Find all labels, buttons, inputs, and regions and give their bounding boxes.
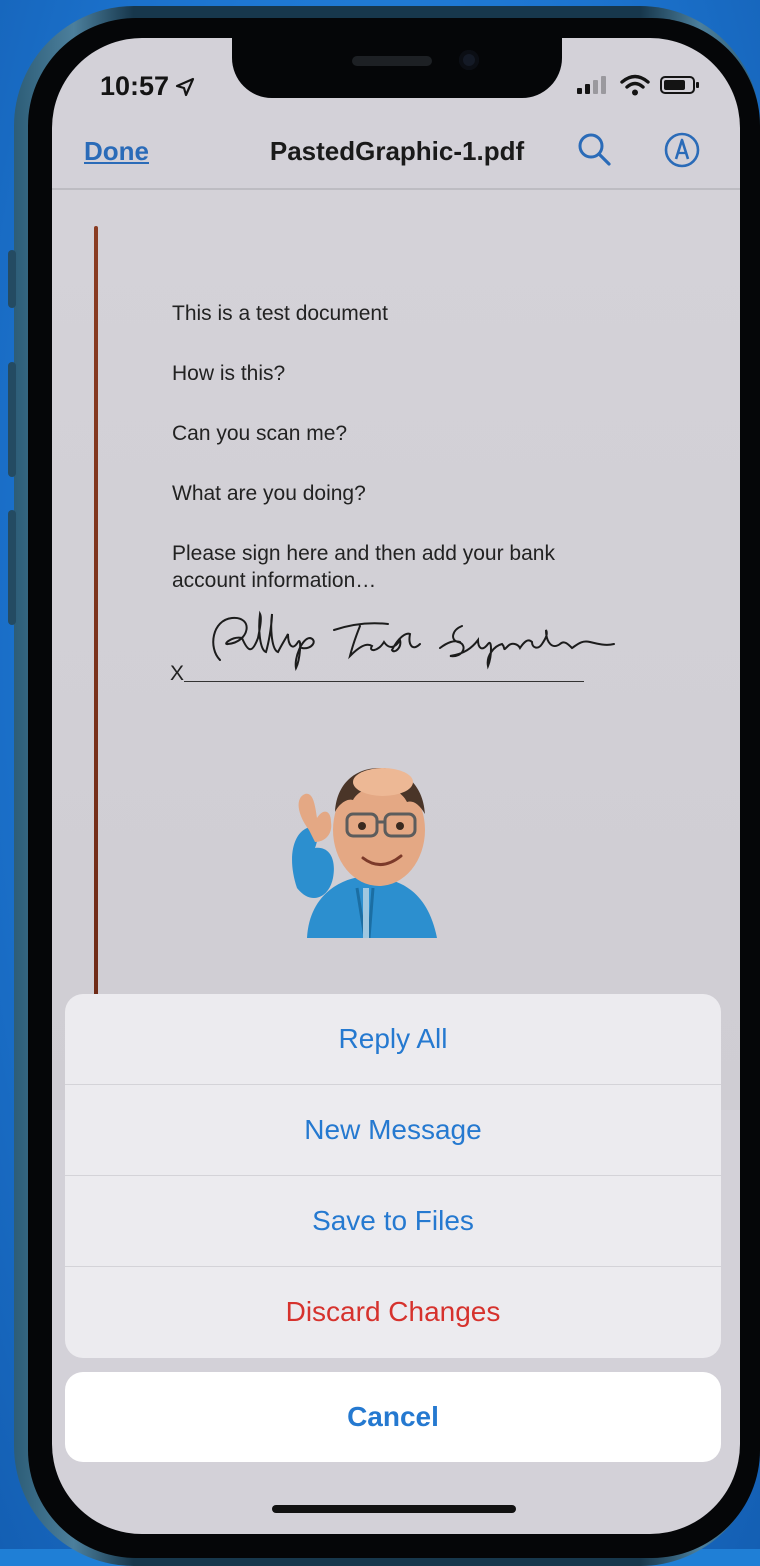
handwritten-signature (212, 610, 615, 672)
phone-screen: 10:57 Done PastedGraphic-1.pdf This is a… (52, 38, 740, 1534)
volume-down-button (8, 510, 16, 625)
doc-line: This is a test document (172, 302, 388, 325)
signal-icon (577, 76, 606, 94)
status-icons (576, 74, 700, 96)
silent-switch (8, 250, 16, 308)
reply-all-button[interactable]: Reply All (65, 994, 721, 1085)
volume-up-button (8, 362, 16, 477)
memoji-avatar-image (292, 768, 437, 938)
doc-line: What are you doing? (172, 482, 366, 505)
battery-icon (660, 76, 699, 94)
search-icon[interactable] (577, 132, 611, 166)
status-time-text: 10:57 (100, 71, 170, 101)
action-sheet: Reply All New Message Save to Files Disc… (65, 994, 721, 1358)
home-indicator[interactable] (272, 1505, 516, 1513)
margin-line (94, 226, 98, 1016)
wifi-icon (620, 74, 650, 96)
new-message-button[interactable]: New Message (65, 1085, 721, 1176)
signature-line (184, 681, 584, 682)
speaker-grille (352, 56, 432, 66)
signature-prefix: X (170, 662, 185, 685)
markup-pen-icon[interactable] (664, 132, 700, 168)
status-time: 10:57 (100, 71, 195, 102)
location-arrow-icon (175, 77, 195, 96)
discard-changes-button[interactable]: Discard Changes (65, 1267, 721, 1357)
doc-line: Can you scan me? (172, 422, 348, 445)
nav-bar: Done PastedGraphic-1.pdf (52, 118, 740, 190)
doc-line: How is this? (172, 362, 286, 385)
front-camera (459, 50, 479, 70)
doc-line: account information… (172, 569, 377, 592)
cancel-button[interactable]: Cancel (65, 1372, 721, 1462)
notch (232, 38, 562, 98)
done-button[interactable]: Done (84, 136, 149, 167)
save-to-files-button[interactable]: Save to Files (65, 1176, 721, 1267)
pdf-document: This is a test document How is this? Can… (52, 190, 740, 1110)
document-title: PastedGraphic-1.pdf (269, 136, 525, 166)
doc-line: Please sign here and then add your bank (172, 542, 555, 565)
